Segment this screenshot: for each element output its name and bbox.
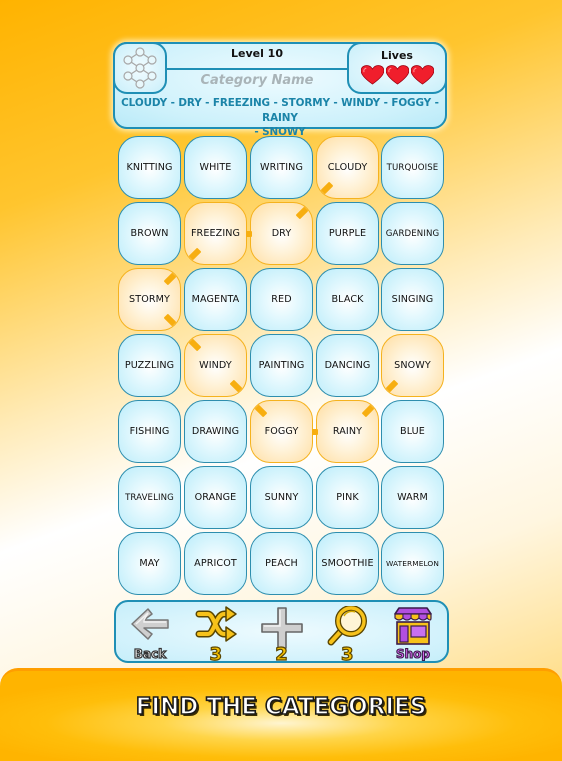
word-tile-label: MAY (139, 558, 160, 569)
word-tile[interactable]: MAGENTA (184, 268, 247, 331)
word-tile[interactable]: PAINTING (250, 334, 313, 397)
word-tile[interactable]: RED (250, 268, 313, 331)
add-count: 2 (275, 643, 289, 665)
word-tile[interactable]: PUZZLING (118, 334, 181, 397)
heart-icon (385, 65, 409, 89)
word-tile-label: DRY (271, 228, 292, 239)
word-tile[interactable]: WHITE (184, 136, 247, 199)
word-tile-label: KNITTING (126, 162, 173, 173)
word-tile[interactable]: WARM (381, 466, 444, 529)
word-tile-label: BROWN (130, 228, 169, 239)
word-tile-label: WRITING (260, 162, 303, 173)
word-tile[interactable]: TRAVELING (118, 466, 181, 529)
word-tile-label: WATERMELON (386, 559, 439, 568)
word-tile-label: FISHING (129, 426, 170, 437)
word-tile[interactable]: TURQUOISE (381, 136, 444, 199)
word-tile-label: PAINTING (258, 360, 305, 371)
word-tile-label: DANCING (324, 360, 371, 371)
word-tile-label: PUZZLING (124, 360, 175, 371)
shop-label: Shop (395, 646, 431, 661)
shuffle-count: 3 (209, 643, 223, 665)
back-arrow-icon (131, 607, 169, 640)
word-tile[interactable]: MAY (118, 532, 181, 595)
word-tile[interactable]: ORANGE (184, 466, 247, 529)
word-tile[interactable]: PINK (316, 466, 379, 529)
divider (167, 68, 347, 70)
word-tile-label: SINGING (391, 294, 434, 305)
word-tile-label: STORMY (129, 294, 170, 305)
word-tile-label: TRAVELING (125, 492, 174, 503)
word-tile-label: WHITE (199, 162, 232, 173)
word-tile-label: WINDY (199, 360, 232, 371)
word-tile[interactable]: PURPLE (316, 202, 379, 265)
back-label: Back (133, 646, 167, 661)
add-button[interactable]: 2 (254, 602, 310, 665)
word-tile[interactable]: SINGING (381, 268, 444, 331)
level-title: Level 10 (230, 47, 283, 60)
lives-hearts (349, 65, 445, 89)
word-grid: KNITTING WHITE WRITING CLOUDY TURQUOISE BROWN… (118, 136, 446, 596)
word-tile-label: TURQUOISE (386, 162, 439, 173)
word-tile[interactable]: PEACH (250, 532, 313, 595)
word-tile-label: FOGGY (264, 426, 299, 437)
word-tile-label: SMOOTHIE (321, 558, 374, 569)
word-tile-label: BLUE (400, 426, 425, 437)
word-tile[interactable]: FISHING (118, 400, 181, 463)
shuffle-icon (195, 605, 237, 642)
word-tile-label: ORANGE (194, 492, 237, 503)
shop-button[interactable]: Shop (385, 602, 441, 662)
heart-icon (410, 65, 434, 89)
level-area: Level 10 Category Name (167, 44, 347, 92)
heart-icon (360, 65, 384, 89)
category-name-placeholder: Category Name (200, 73, 314, 88)
word-tile[interactable]: WATERMELON (381, 532, 444, 595)
word-tile[interactable]: DANCING (316, 334, 379, 397)
back-button[interactable]: Back (122, 602, 178, 662)
word-tile-label: CLOUDY (327, 162, 368, 173)
found-words-list: CLOUDY - DRY - FREEZING - STORMY - WINDY… (117, 96, 443, 140)
word-tile-label: SNOWY (394, 360, 431, 371)
word-tile[interactable]: WRITING (250, 136, 313, 199)
word-tile-label: PEACH (265, 558, 298, 569)
shop-icon (394, 606, 432, 645)
shuffle-button[interactable]: 3 (188, 602, 244, 665)
word-tile-label: GARDENING (385, 228, 440, 239)
hint-button[interactable]: 3 (319, 602, 375, 665)
word-tile[interactable]: DRAWING (184, 400, 247, 463)
word-tile-label: WARM (397, 492, 428, 503)
selection-connector (245, 230, 252, 237)
word-tile-label: RAINY (332, 426, 363, 437)
word-tile-label: SUNNY (264, 492, 299, 503)
bottom-toolbar: Back 3 2 3 Shop (114, 600, 449, 665)
banner-title: FIND THE CATEGORIES (135, 693, 427, 721)
word-tile[interactable]: BLACK (316, 268, 379, 331)
word-tile-label: BLACK (331, 294, 364, 305)
word-tile-label: PURPLE (328, 228, 367, 239)
word-tile[interactable]: APRICOT (184, 532, 247, 595)
word-tile-label: FREEZING (190, 228, 241, 239)
hint-count: 3 (340, 643, 354, 665)
word-tile-label: MAGENTA (191, 294, 240, 305)
found-words-line: CLOUDY - DRY - FREEZING - STORMY - WINDY… (121, 97, 439, 124)
selection-connector (311, 428, 318, 435)
word-tile[interactable]: SMOOTHIE (316, 532, 379, 595)
network-icon (123, 47, 157, 89)
lives-label: Lives (381, 49, 413, 62)
word-tile-label: RED (271, 294, 292, 305)
category-icon-box (113, 42, 167, 94)
word-tile[interactable]: GARDENING (381, 202, 444, 265)
word-tile[interactable]: KNITTING (118, 136, 181, 199)
promo-banner: FIND THE CATEGORIES (0, 668, 562, 761)
word-tile[interactable]: BROWN (118, 202, 181, 265)
lives-panel: Lives (347, 42, 447, 94)
magnifier-icon (327, 605, 368, 645)
word-tile-label: PINK (336, 492, 359, 503)
word-tile-label: DRAWING (191, 426, 240, 437)
level-header: Level 10 Category Name Lives CLOUDY - DR… (113, 42, 447, 138)
word-tile[interactable]: BLUE (381, 400, 444, 463)
word-tile-label: APRICOT (194, 558, 237, 569)
word-tile[interactable]: SUNNY (250, 466, 313, 529)
